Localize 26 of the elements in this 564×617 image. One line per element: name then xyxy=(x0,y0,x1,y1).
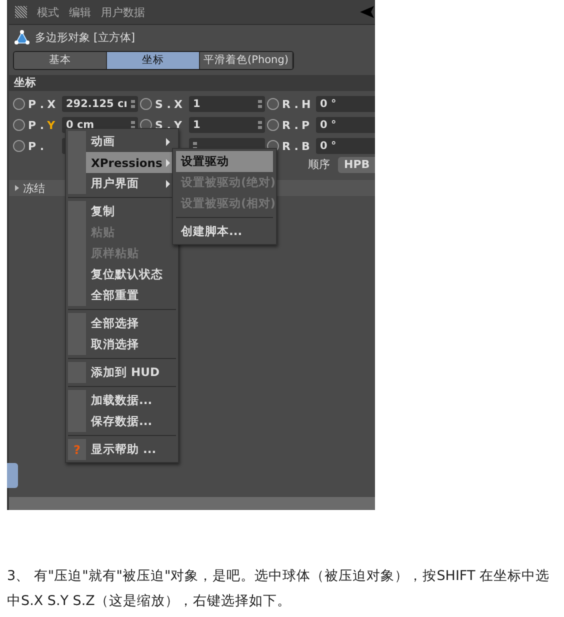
field-label: P . xyxy=(28,98,44,110)
field-value: 0 ° xyxy=(320,98,336,110)
axis-label: H xyxy=(301,98,311,110)
paragraph: 3、 有"压迫"就有"被压迫"对象，是吧。选中球体（被压迫对象），按SHIFT 在坐标中选中S.X S.Y S.Z（这是缩放），右键选择如下。 xyxy=(7,567,550,611)
axis-label: X xyxy=(174,98,182,110)
field-value: 1 xyxy=(193,98,200,110)
field-value: 0 ° xyxy=(320,119,336,131)
field-value: 1 xyxy=(193,119,200,131)
section-title: 冻结 xyxy=(23,180,45,196)
axis-label: B xyxy=(301,140,310,152)
axis-label: X xyxy=(47,98,56,110)
axis-label: P xyxy=(301,118,310,132)
axis-label: Y xyxy=(47,118,56,132)
field-label: P . xyxy=(28,140,44,152)
field-value: 0 cm xyxy=(66,119,94,131)
order-label: 顺序 xyxy=(308,157,330,172)
field-value: 292.125 cı xyxy=(66,98,128,110)
field-value: 0 ° xyxy=(320,140,336,152)
field-label: P . xyxy=(28,118,44,132)
help-icon: ? xyxy=(74,442,80,456)
field-label: S . xyxy=(155,98,171,110)
field-label: R . xyxy=(282,118,298,132)
section-header: 坐标 xyxy=(9,75,375,91)
field-label: R . xyxy=(282,140,298,152)
field-label: R . xyxy=(282,98,298,110)
object-title: 多边形对象 [立方体] xyxy=(35,30,136,44)
